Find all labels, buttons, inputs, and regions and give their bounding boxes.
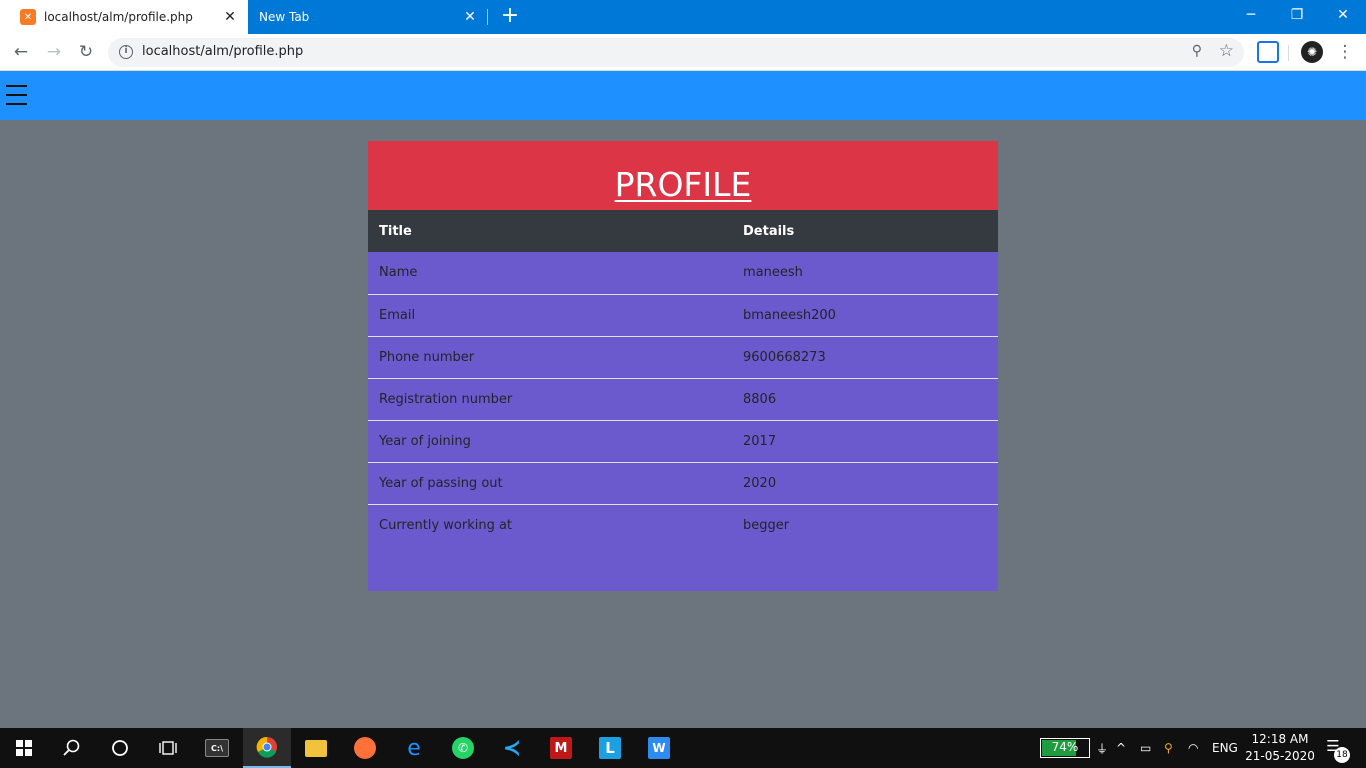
url-text[interactable]: localhost/alm/profile.php [142, 44, 303, 59]
table-row: Currently working at begger [368, 504, 998, 546]
power-plug-icon[interactable]: ⏚ [1096, 728, 1108, 768]
extension-icon[interactable] [1257, 41, 1279, 63]
row-detail: maneesh [743, 265, 803, 281]
firefox-icon[interactable] [341, 728, 389, 768]
terminal-icon[interactable]: C:\ [193, 728, 241, 768]
row-detail: 2017 [743, 433, 777, 449]
battery-status-icon[interactable]: ▭ [1140, 728, 1151, 768]
windows-taskbar: C:\ e ✆ ≺ M L W 74% ⏚ ^ ▭ ⚲ ◠ ENG 12:18 … [0, 728, 1366, 768]
clock-date: 21-05-2020 [1245, 749, 1315, 763]
menu-kebab-icon[interactable]: ⋮ [1333, 40, 1357, 64]
task-view-icon[interactable] [144, 728, 192, 768]
new-tab-button[interactable]: + [498, 5, 522, 29]
profile-table: Title Details Name maneesh Email bmanees… [368, 210, 998, 546]
search-icon[interactable] [48, 728, 96, 768]
tab-title: New Tab [259, 10, 310, 24]
mcafee-icon[interactable]: M [537, 728, 585, 768]
table-row: Phone number 9600668273 [368, 336, 998, 378]
site-navbar [0, 71, 1366, 120]
tab-close-icon[interactable]: ✕ [218, 9, 242, 25]
tab-divider [487, 9, 488, 25]
row-title: Year of passing out [379, 475, 503, 491]
file-explorer-icon[interactable] [292, 728, 340, 768]
wifi-icon[interactable]: ◠ [1188, 728, 1198, 768]
reload-icon[interactable]: ↻ [74, 40, 98, 64]
l-app-icon[interactable]: L [586, 728, 634, 768]
row-title: Registration number [379, 391, 513, 407]
forward-arrow-icon[interactable]: → [42, 40, 66, 64]
row-detail: begger [743, 517, 790, 533]
column-header-title: Title [379, 223, 412, 239]
chevron-up-icon[interactable]: ^ [1116, 728, 1126, 768]
magnifier-tray-icon[interactable]: ⚲ [1164, 728, 1173, 768]
row-title: Name [379, 265, 418, 281]
table-row: Name maneesh [368, 252, 998, 294]
row-detail: 9600668273 [743, 349, 826, 365]
notification-count-badge: 18 [1334, 747, 1350, 763]
zoom-icon[interactable]: ⚲ [1192, 43, 1202, 59]
row-title: Phone number [379, 349, 475, 365]
tab-profile[interactable]: ✕ localhost/alm/profile.php ✕ [0, 0, 248, 34]
profile-header: PROFILE [368, 141, 998, 210]
clock[interactable]: 12:18 AM 21-05-2020 [1240, 731, 1320, 765]
profile-card: PROFILE Title Details Name maneesh Email… [368, 141, 998, 591]
table-row: Registration number 8806 [368, 378, 998, 420]
hamburger-menu-icon[interactable] [6, 85, 27, 105]
xampp-favicon-icon: ✕ [20, 9, 36, 25]
cortana-icon[interactable] [96, 728, 144, 768]
table-row: Year of joining 2017 [368, 420, 998, 462]
tab-close-icon[interactable]: ✕ [458, 9, 482, 25]
row-title: Year of joining [379, 433, 471, 449]
minimize-button[interactable]: ─ [1228, 0, 1274, 30]
row-title: Email [379, 307, 416, 323]
tab-title: localhost/alm/profile.php [44, 10, 193, 24]
site-info-icon[interactable]: i [119, 45, 133, 59]
chrome-icon[interactable] [243, 728, 291, 768]
browser-toolbar: ← → ↻ i localhost/alm/profile.php ⚲ ☆ ✺ … [0, 34, 1366, 71]
row-detail: 2020 [743, 475, 777, 491]
bookmark-star-icon[interactable]: ☆ [1219, 41, 1234, 61]
restore-button[interactable]: ❐ [1274, 0, 1320, 30]
row-title: Currently working at [379, 517, 513, 533]
table-row: Year of passing out 2020 [368, 462, 998, 504]
row-detail: 8806 [743, 391, 777, 407]
back-arrow-icon[interactable]: ← [9, 40, 33, 64]
whatsapp-icon[interactable]: ✆ [439, 728, 487, 768]
notification-center-icon[interactable]: ☰ 18 [1322, 737, 1350, 763]
battery-percent: 74% [1051, 740, 1079, 754]
language-indicator[interactable]: ENG [1212, 728, 1238, 768]
close-window-button[interactable]: ✕ [1320, 0, 1366, 30]
page-title[interactable]: PROFILE [615, 165, 752, 204]
clock-time: 12:18 AM [1251, 732, 1309, 746]
edge-icon[interactable]: e [390, 728, 438, 768]
tab-new[interactable]: New Tab ✕ [248, 0, 488, 34]
table-header-row: Title Details [368, 210, 998, 252]
w-app-icon[interactable]: W [635, 728, 683, 768]
battery-indicator[interactable]: 74% [1040, 738, 1090, 758]
start-icon[interactable] [0, 728, 48, 768]
vscode-icon[interactable]: ≺ [488, 728, 536, 768]
profile-avatar-icon[interactable]: ✺ [1301, 41, 1323, 63]
address-bar[interactable]: i localhost/alm/profile.php ⚲ ☆ [108, 38, 1244, 67]
column-header-details: Details [743, 223, 795, 239]
browser-tab-strip: ✕ localhost/alm/profile.php ✕ New Tab ✕ … [0, 0, 1366, 34]
table-row: Email bmaneesh200 [368, 294, 998, 336]
toolbar-divider [1288, 45, 1289, 61]
row-detail: bmaneesh200 [743, 307, 836, 323]
